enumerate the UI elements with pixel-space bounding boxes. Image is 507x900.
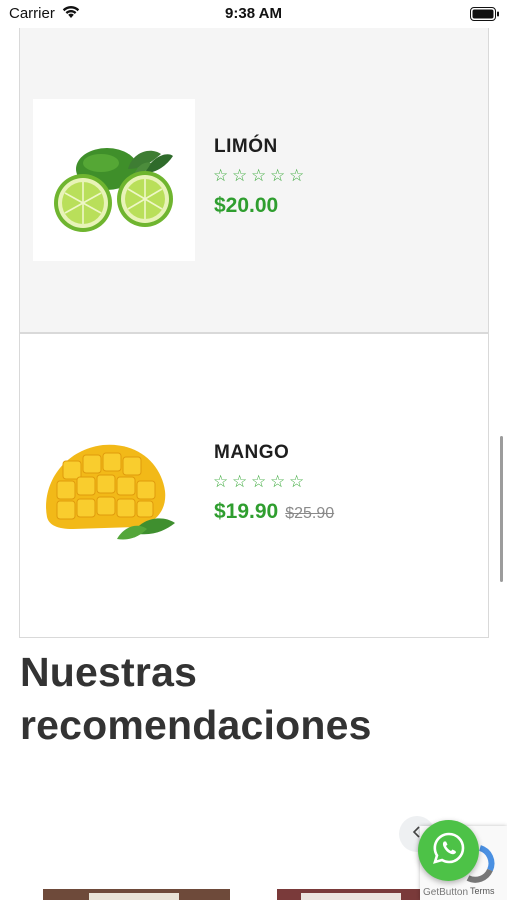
recaptcha-terms-link[interactable]: Terms bbox=[470, 886, 495, 896]
rating-stars: ☆ ☆ ☆ ☆ ☆ bbox=[213, 473, 307, 491]
star-outline-icon: ☆ bbox=[232, 166, 248, 185]
product-name[interactable]: MANGO bbox=[214, 442, 289, 464]
product-card-mango[interactable]: MANGO ☆ ☆ ☆ ☆ ☆ $19.90 $25.90 bbox=[19, 333, 489, 638]
getbutton-label[interactable]: GetButton bbox=[423, 887, 468, 898]
star-outline-icon: ☆ bbox=[270, 166, 286, 185]
whatsapp-button[interactable] bbox=[418, 820, 479, 881]
star-outline-icon: ☆ bbox=[289, 166, 305, 185]
app-screen: Carrier 9:38 AM LIMÓN ☆ ☆ ☆ ☆ ☆ $20.00 M… bbox=[0, 0, 507, 900]
product-old-price: $25.90 bbox=[285, 505, 335, 522]
product-card-limon[interactable]: LIMÓN ☆ ☆ ☆ ☆ ☆ $20.00 bbox=[19, 28, 489, 333]
star-outline-icon: ☆ bbox=[251, 472, 267, 491]
star-outline-icon: ☆ bbox=[251, 166, 267, 185]
mango-fruit-image[interactable] bbox=[33, 405, 195, 567]
rating-stars: ☆ ☆ ☆ ☆ ☆ bbox=[213, 167, 307, 185]
star-outline-icon: ☆ bbox=[213, 472, 229, 491]
status-bar: Carrier 9:38 AM bbox=[0, 0, 507, 28]
star-outline-icon: ☆ bbox=[213, 166, 229, 185]
price-row: $19.90 $25.90 bbox=[214, 500, 334, 524]
clock-time: 9:38 AM bbox=[225, 5, 282, 22]
section-title: Nuestras recomendaciones bbox=[20, 649, 372, 748]
lime-fruit-image[interactable] bbox=[33, 99, 195, 261]
whatsapp-icon bbox=[432, 831, 466, 870]
recommendation-thumbnail[interactable] bbox=[43, 889, 230, 900]
star-outline-icon: ☆ bbox=[270, 472, 286, 491]
price-row: $20.00 bbox=[214, 194, 278, 218]
product-price: $20.00 bbox=[214, 194, 279, 217]
star-outline-icon: ☆ bbox=[232, 472, 248, 491]
product-price: $19.90 bbox=[214, 500, 279, 523]
battery-icon bbox=[470, 7, 500, 26]
product-name[interactable]: LIMÓN bbox=[214, 136, 278, 158]
star-outline-icon: ☆ bbox=[289, 472, 305, 491]
recommendation-thumbnail[interactable] bbox=[277, 889, 427, 900]
scroll-indicator[interactable] bbox=[500, 436, 503, 582]
